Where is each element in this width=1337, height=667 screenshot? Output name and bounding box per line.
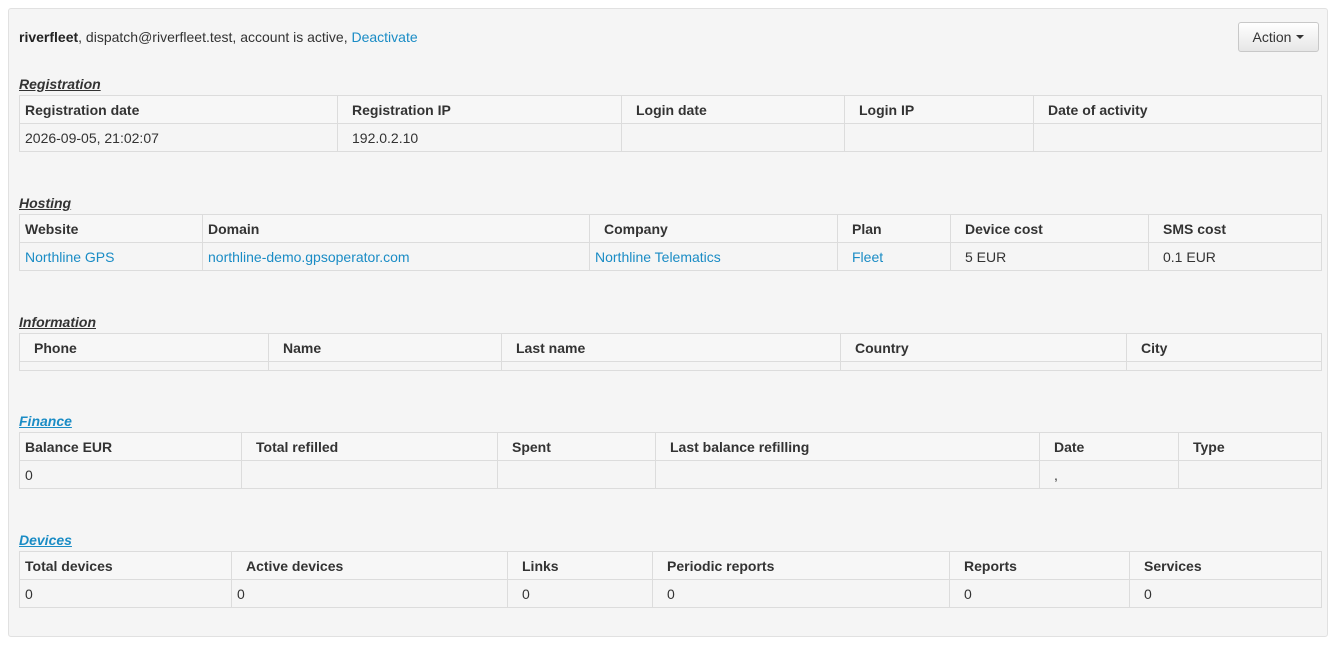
column-header: Date of activity	[1033, 95, 1322, 124]
city-cell	[1126, 361, 1322, 371]
table-row	[19, 361, 1322, 371]
activity-date-cell	[1033, 123, 1322, 152]
domain-link[interactable]: northline-demo.gpsoperator.com	[208, 249, 410, 265]
table-header-row: Registration date Registration IP Login …	[19, 95, 1322, 124]
column-header: Plan	[837, 214, 951, 243]
periodic-reports-cell: 0	[652, 579, 950, 608]
table-header-row: Phone Name Last name Country City	[19, 333, 1322, 362]
column-header: SMS cost	[1148, 214, 1322, 243]
devices-table: Total devices Active devices Links Perio…	[19, 551, 1322, 608]
column-header: Last balance refilling	[655, 432, 1040, 461]
hosting-table: Website Domain Company Plan Device cost …	[19, 214, 1322, 271]
login-ip-cell	[844, 123, 1034, 152]
column-header: Links	[507, 551, 653, 580]
column-header: Registration date	[19, 95, 338, 124]
column-header: Company	[589, 214, 838, 243]
caret-down-icon	[1296, 35, 1305, 39]
column-header: Date	[1039, 432, 1179, 461]
device-cost-cell: 5 EUR	[950, 242, 1149, 271]
registration-table: Registration date Registration IP Login …	[19, 95, 1322, 152]
table-header-row: Website Domain Company Plan Device cost …	[19, 214, 1322, 243]
links-cell: 0	[507, 579, 653, 608]
column-header: Reports	[949, 551, 1130, 580]
country-cell	[840, 361, 1127, 371]
spent-cell	[497, 460, 656, 489]
hosting-section-title: Hosting	[19, 195, 72, 211]
column-header: Services	[1129, 551, 1322, 580]
login-date-cell	[621, 123, 845, 152]
balance-cell: 0	[19, 460, 242, 489]
table-row: 2026-09-05, 21:02:07 192.0.2.10	[19, 123, 1322, 152]
column-header: Domain	[202, 214, 590, 243]
table-header-row: Balance EUR Total refilled Spent Last ba…	[19, 432, 1322, 461]
deactivate-link[interactable]: Deactivate	[351, 29, 417, 45]
devices-section-link[interactable]: Devices	[19, 532, 72, 548]
table-row: 0 0 0 0 0 0	[19, 579, 1322, 608]
table-row: 0 ,	[19, 460, 1322, 489]
registration-date-cell: 2026-09-05, 21:02:07	[19, 123, 338, 152]
column-header: Total refilled	[241, 432, 498, 461]
action-button-label: Action	[1252, 29, 1292, 45]
user-details-panel: riverfleet, dispatch@riverfleet.test, ac…	[8, 8, 1328, 637]
phone-cell	[19, 361, 269, 371]
date-cell: ,	[1039, 460, 1179, 489]
type-cell	[1178, 460, 1322, 489]
column-header: Active devices	[231, 551, 508, 580]
column-header: Login date	[621, 95, 845, 124]
last-name-cell	[501, 361, 841, 371]
finance-section-link[interactable]: Finance	[19, 413, 72, 429]
column-header: Periodic reports	[652, 551, 950, 580]
active-devices-cell: 0	[231, 579, 508, 608]
name-cell	[268, 361, 502, 371]
sms-cost-cell: 0.1 EUR	[1148, 242, 1322, 271]
column-header: Phone	[19, 333, 269, 362]
column-header: Balance EUR	[19, 432, 242, 461]
column-header: Last name	[501, 333, 841, 362]
username: riverfleet	[19, 29, 79, 45]
registration-ip-cell: 192.0.2.10	[337, 123, 622, 152]
finance-table: Balance EUR Total refilled Spent Last ba…	[19, 432, 1322, 489]
column-header: Name	[268, 333, 502, 362]
information-table: Phone Name Last name Country City	[19, 333, 1322, 371]
registration-section-title: Registration	[19, 76, 101, 92]
column-header: Spent	[497, 432, 656, 461]
website-link[interactable]: Northline GPS	[25, 249, 114, 265]
column-header: Type	[1178, 432, 1322, 461]
total-refilled-cell	[241, 460, 498, 489]
column-header: Country	[840, 333, 1127, 362]
services-cell: 0	[1129, 579, 1322, 608]
total-devices-cell: 0	[19, 579, 232, 608]
reports-cell: 0	[949, 579, 1130, 608]
information-section-title: Information	[19, 314, 96, 330]
column-header: Total devices	[19, 551, 232, 580]
last-refilling-cell	[655, 460, 1040, 489]
account-summary: riverfleet, dispatch@riverfleet.test, ac…	[19, 29, 418, 45]
company-link[interactable]: Northline Telematics	[595, 249, 721, 265]
table-row: Northline GPS northline-demo.gpsoperator…	[19, 242, 1322, 271]
account-info: , dispatch@riverfleet.test, account is a…	[78, 29, 352, 45]
column-header: Device cost	[950, 214, 1149, 243]
column-header: Login IP	[844, 95, 1034, 124]
column-header: Website	[19, 214, 203, 243]
column-header: Registration IP	[337, 95, 622, 124]
table-header-row: Total devices Active devices Links Perio…	[19, 551, 1322, 580]
plan-link[interactable]: Fleet	[852, 249, 883, 265]
column-header: City	[1126, 333, 1322, 362]
action-dropdown-button[interactable]: Action	[1238, 22, 1319, 52]
